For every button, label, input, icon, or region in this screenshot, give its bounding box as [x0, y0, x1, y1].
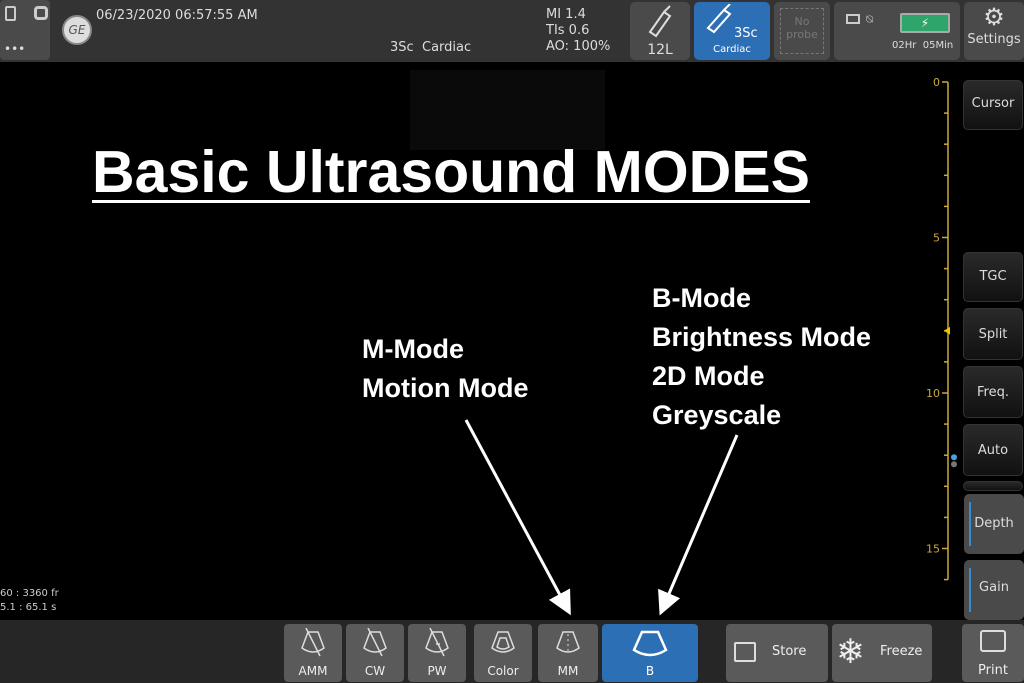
cine-frames: 60 : 3360 fr: [0, 588, 59, 599]
color-icon: [491, 631, 515, 653]
split-button[interactable]: Split: [963, 308, 1023, 360]
mode-label: CW: [364, 664, 386, 678]
snowflake-icon: ❄: [836, 632, 865, 672]
ruler-label: 0: [933, 78, 940, 89]
auto-button[interactable]: Auto: [963, 424, 1023, 476]
mode-amm-button[interactable]: AMM: [284, 624, 342, 682]
mode-pw-button[interactable]: PW: [408, 624, 466, 682]
cine-time: 5.1 : 65.1 s: [0, 602, 57, 613]
depth-label: Depth: [974, 516, 1014, 531]
print-button[interactable]: Print: [962, 624, 1024, 682]
depth-level: [969, 502, 971, 546]
printer-icon: [980, 630, 1006, 652]
mmode-arrow: [464, 419, 571, 616]
ruler-label: 10: [926, 387, 940, 400]
indicator-dot: [951, 454, 957, 461]
freeze-button[interactable]: ❄ Freeze: [832, 624, 932, 682]
ruler-label: 5: [933, 232, 940, 245]
mode-label: Color: [487, 664, 519, 678]
cw-icon: [363, 628, 387, 657]
mode-label: AMM: [298, 664, 328, 678]
mode-b-button[interactable]: B: [602, 624, 698, 682]
store-button[interactable]: Store: [726, 624, 828, 682]
arrows: [464, 419, 739, 616]
cursor-button[interactable]: Cursor: [963, 80, 1023, 130]
gain-label: Gain: [979, 580, 1009, 595]
print-label: Print: [978, 663, 1008, 678]
depth-scale: 0 5 10 15: [926, 78, 957, 581]
mode-label: PW: [427, 664, 447, 678]
freeze-label: Freeze: [880, 644, 923, 659]
mode-color-button[interactable]: Color: [474, 624, 532, 682]
store-label: Store: [772, 644, 807, 659]
video-camera-icon: [734, 642, 756, 662]
b-mode-icon: [632, 630, 668, 657]
bmode-arrow: [658, 434, 739, 616]
freq-button[interactable]: Freq.: [963, 366, 1023, 418]
depth-control[interactable]: Depth: [964, 494, 1024, 554]
gain-control[interactable]: Gain: [964, 560, 1024, 620]
mode-label: B: [645, 664, 655, 678]
divider: [963, 481, 1023, 491]
gain-level: [969, 568, 971, 612]
mode-cw-button[interactable]: CW: [346, 624, 404, 682]
mode-label: MM: [557, 664, 579, 678]
mode-mm-button[interactable]: MM: [538, 624, 598, 682]
ruler-label: 15: [926, 543, 940, 556]
pw-icon: [425, 628, 449, 657]
focus-marker-icon: [944, 326, 950, 335]
indicator-dot: [951, 461, 957, 468]
tgc-button[interactable]: TGC: [963, 252, 1023, 302]
mm-icon: [556, 631, 580, 653]
amm-icon: [301, 628, 325, 657]
